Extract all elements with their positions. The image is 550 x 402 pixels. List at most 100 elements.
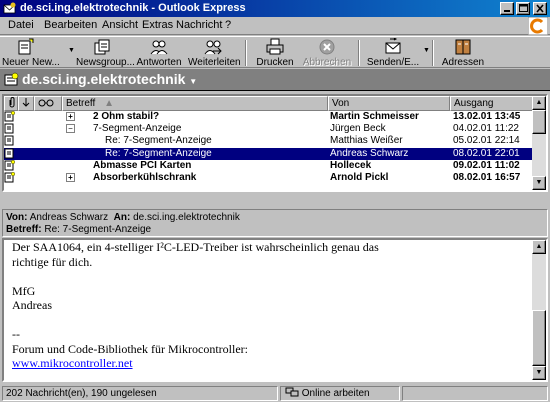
new-post-icon bbox=[18, 38, 34, 55]
column-subject[interactable]: Betreff ▲ bbox=[62, 96, 328, 111]
forward-label: Weiterleiten bbox=[188, 57, 241, 68]
row-subject: Absorberkühlschrank bbox=[93, 171, 197, 183]
folder-title: de.sci.ing.elektrotechnik ▼ bbox=[22, 71, 197, 87]
scroll-up-icon[interactable]: ▲ bbox=[532, 240, 546, 254]
table-row[interactable]: Abmasse PCI Karten Hollecek 09.02.01 11:… bbox=[4, 160, 536, 172]
row-from: Hollecek bbox=[330, 159, 372, 171]
row-from: Martin Schmeisser bbox=[330, 111, 419, 122]
row-from: Arnold Pickl bbox=[330, 171, 389, 183]
expand-toggle-icon[interactable]: + bbox=[66, 112, 75, 121]
preview-scrollbar[interactable]: ▲ ▼ bbox=[532, 240, 546, 380]
outlook-express-icon bbox=[3, 2, 16, 14]
folder-title-text: de.sci.ing.elektrotechnik bbox=[22, 71, 186, 87]
pane-splitter[interactable] bbox=[0, 193, 550, 209]
priority-icon bbox=[22, 98, 30, 107]
scroll-down-icon[interactable]: ▼ bbox=[532, 366, 546, 380]
menu-nachricht[interactable]: Nachricht bbox=[176, 19, 222, 31]
print-label: Drucken bbox=[256, 57, 294, 68]
message-list: Betreff ▲ Von Ausgang + 2 Ohm stabil? Ma… bbox=[2, 94, 548, 192]
column-sent[interactable]: Ausgang bbox=[450, 96, 536, 111]
row-sent: 08.02.01 16:57 bbox=[453, 171, 521, 183]
body-line: MfG bbox=[12, 283, 36, 298]
new-post-dropdown-icon[interactable]: ▼ bbox=[68, 47, 75, 54]
table-row[interactable]: + Absorberkühlschrank Arnold Pickl 08.02… bbox=[4, 172, 536, 184]
message-rows: + 2 Ohm stabil? Martin Schmeisser 13.02.… bbox=[4, 111, 536, 184]
menu-datei[interactable]: Datei bbox=[8, 19, 34, 31]
close-icon bbox=[536, 4, 544, 13]
body-line: richtige für dich. bbox=[12, 254, 93, 269]
stop-label: Abbrechen bbox=[302, 57, 352, 68]
close-button[interactable] bbox=[533, 2, 547, 15]
preview-to: de.sci.ing.elektrotechnik bbox=[133, 212, 240, 223]
body-line: Forum und Code-Bibliothek für Mikrocontr… bbox=[12, 341, 248, 356]
reply-group-button[interactable]: Antworten bbox=[136, 37, 182, 68]
table-row[interactable]: Re: 7-Segment-Anzeige Matthias Weißer 05… bbox=[4, 135, 536, 147]
menu-bar: Datei Bearbeiten Ansicht Extras Nachrich… bbox=[0, 17, 550, 35]
window-title: de.sci.ing.elektrotechnik - Outlook Expr… bbox=[20, 2, 246, 14]
toolbar-separator bbox=[432, 40, 434, 66]
scroll-thumb[interactable] bbox=[532, 310, 546, 366]
row-sent: 04.02.01 11:22 bbox=[453, 123, 519, 135]
paperclip-icon bbox=[9, 97, 15, 108]
unread-post-icon bbox=[4, 159, 15, 171]
expand-toggle-icon[interactable]: + bbox=[66, 172, 75, 182]
status-empty-pane bbox=[402, 386, 548, 401]
menu-extras[interactable]: Extras bbox=[142, 19, 173, 31]
unread-post-icon bbox=[4, 111, 15, 122]
table-row-selected[interactable]: Re: 7-Segment-Anzeige Andreas Schwarz 08… bbox=[4, 147, 536, 160]
column-attachment[interactable] bbox=[4, 96, 18, 111]
row-sent: 09.02.01 11:02 bbox=[453, 159, 520, 171]
network-icon bbox=[285, 387, 299, 397]
folder-header[interactable]: de.sci.ing.elektrotechnik ▼ bbox=[0, 69, 550, 91]
stop-button[interactable]: Abbrechen bbox=[302, 37, 352, 68]
read-post-icon bbox=[4, 123, 14, 134]
maximize-button[interactable] bbox=[516, 2, 530, 15]
scroll-thumb[interactable] bbox=[532, 110, 546, 134]
print-button[interactable]: Drucken bbox=[254, 37, 296, 68]
row-from: Andreas Schwarz bbox=[330, 147, 409, 159]
send-receive-button[interactable]: Senden/E... bbox=[366, 37, 420, 68]
sort-ascending-icon: ▲ bbox=[104, 98, 114, 109]
newsgroups-button[interactable]: Newsgroup... bbox=[76, 37, 135, 68]
preview-pane[interactable]: Der SAA1064, ein 4-stelliger I²C-LED-Tre… bbox=[2, 238, 548, 382]
menu-bearbeiten[interactable]: Bearbeiten bbox=[44, 19, 97, 31]
minimize-button[interactable] bbox=[500, 2, 514, 15]
table-row[interactable]: − 7-Segment-Anzeige Jürgen Beck 04.02.01… bbox=[4, 123, 536, 135]
column-from[interactable]: Von bbox=[328, 96, 450, 111]
message-list-header: Betreff ▲ Von Ausgang bbox=[4, 96, 536, 111]
row-subject: Re: 7-Segment-Anzeige bbox=[105, 147, 212, 159]
column-priority[interactable] bbox=[18, 96, 34, 111]
menu-ansicht[interactable]: Ansicht bbox=[102, 19, 138, 31]
folder-dropdown-icon[interactable]: ▼ bbox=[189, 77, 197, 86]
row-subject: Abmasse PCI Karten bbox=[93, 159, 192, 171]
addresses-button[interactable]: Adressen bbox=[440, 37, 486, 68]
message-list-scrollbar[interactable]: ▲ ▼ bbox=[532, 96, 546, 190]
send-receive-dropdown-icon[interactable]: ▼ bbox=[423, 47, 430, 54]
table-row[interactable]: + 2 Ohm stabil? Martin Schmeisser 13.02.… bbox=[4, 111, 536, 123]
reply-group-label: Antworten bbox=[136, 57, 182, 68]
scroll-up-icon[interactable]: ▲ bbox=[532, 96, 546, 110]
status-message-count: 202 Nachricht(en), 190 ungelesen bbox=[2, 386, 278, 401]
body-line bbox=[12, 313, 532, 328]
preview-to-label: An: bbox=[113, 212, 131, 223]
preview-header: Von: Andreas Schwarz An: de.sci.ing.elek… bbox=[2, 209, 548, 237]
printer-icon bbox=[266, 38, 284, 55]
title-bar[interactable]: de.sci.ing.elektrotechnik - Outlook Expr… bbox=[0, 0, 550, 17]
collapse-toggle-icon[interactable]: − bbox=[66, 124, 75, 134]
maximize-icon bbox=[519, 4, 528, 12]
row-from: Jürgen Beck bbox=[330, 123, 386, 135]
send-receive-icon bbox=[385, 38, 401, 54]
row-sent: 13.02.01 13:45 bbox=[453, 111, 521, 122]
column-sent-label: Ausgang bbox=[454, 98, 494, 109]
toolbar: Neuer New... ▼ Newsgroup... Antworten We… bbox=[0, 36, 550, 68]
column-watch[interactable] bbox=[34, 96, 62, 111]
status-online: Online arbeiten bbox=[280, 386, 400, 401]
scroll-down-icon[interactable]: ▼ bbox=[532, 176, 546, 190]
row-sent: 08.02.01 22:01 bbox=[453, 147, 520, 159]
preview-from-label: Von: bbox=[6, 212, 28, 223]
menu-help[interactable]: ? bbox=[225, 19, 231, 31]
forward-button[interactable]: Weiterleiten bbox=[188, 37, 241, 68]
new-post-button[interactable]: Neuer New... bbox=[2, 37, 60, 68]
website-link[interactable]: www.mikrocontroller.net bbox=[12, 356, 133, 370]
toolbar-separator bbox=[245, 40, 247, 66]
